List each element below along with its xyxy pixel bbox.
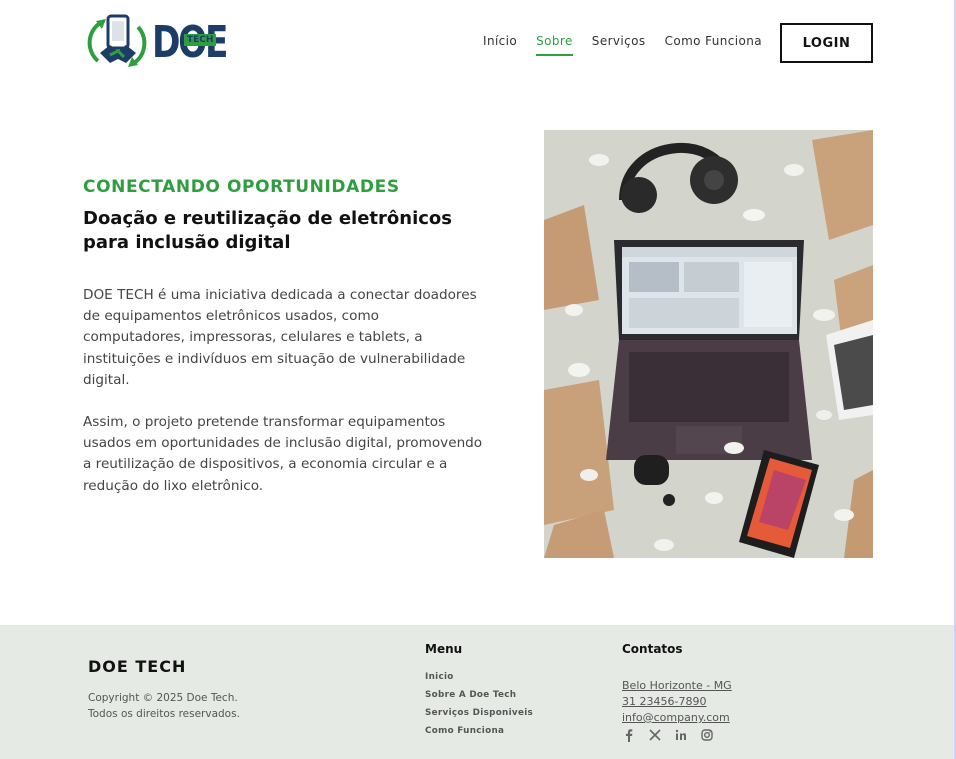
footer-link-servicos[interactable]: Serviços Disponiveis <box>425 707 533 725</box>
footer-menu: Inicio Sobre A Doe Tech Serviços Disponi… <box>425 671 533 743</box>
hero-paragraph-2: Assim, o projeto pretende transformar eq… <box>83 414 483 494</box>
contact-email-link[interactable]: info@company.com <box>622 711 732 727</box>
x-icon[interactable] <box>648 728 662 742</box>
doe-tech-logo[interactable]: DOE TECH <box>86 13 228 73</box>
electronics-flatlay-image <box>544 130 873 558</box>
contact-phone-link[interactable]: 31 23456-7890 <box>622 695 732 711</box>
logo-badge: TECH <box>184 34 217 46</box>
copyright-line-2: Todos os direitos reservados. <box>88 708 240 720</box>
footer-link-sobre[interactable]: Sobre A Doe Tech <box>425 689 533 707</box>
hero-photo-electronics <box>544 130 873 558</box>
logo-wordmark: DOE TECH <box>152 13 228 73</box>
hero-headline: Doação e reutilização de eletrônicos par… <box>83 208 452 253</box>
footer-contacts-title: Contatos <box>622 642 683 656</box>
nav-servicos[interactable]: Serviços <box>592 34 646 56</box>
facebook-icon[interactable] <box>622 728 636 742</box>
site-header: DOE TECH Início Sobre Serviços Como Func… <box>0 0 956 90</box>
nav-sobre[interactable]: Sobre <box>536 34 573 56</box>
contact-location-link[interactable]: Belo Horizonte - MG <box>622 679 732 695</box>
linkedin-icon[interactable] <box>674 728 688 742</box>
instagram-icon[interactable] <box>700 728 714 742</box>
site-footer: DOE TECH Copyright © 2025 Doe Tech. Todo… <box>0 625 956 759</box>
nav-como-funciona[interactable]: Como Funciona <box>665 34 762 56</box>
social-links <box>622 728 714 742</box>
footer-link-inicio[interactable]: Inicio <box>425 671 533 689</box>
copyright-line-1: Copyright © 2025 Doe Tech. <box>88 692 238 704</box>
hero-paragraph-1: DOE TECH é uma iniciativa dedicada a con… <box>83 287 477 388</box>
nav-inicio[interactable]: Início <box>483 34 517 56</box>
footer-brand: DOE TECH <box>88 657 187 676</box>
footer-contacts: Belo Horizonte - MG 31 23456-7890 info@c… <box>622 679 732 727</box>
login-button[interactable]: LOGIN <box>780 23 873 63</box>
logo-phone-handshake-icon <box>87 14 147 67</box>
footer-copyright: Copyright © 2025 Doe Tech. Todos os dire… <box>88 690 240 722</box>
footer-link-como-funciona[interactable]: Como Funciona <box>425 725 533 743</box>
main-nav: Início Sobre Serviços Como Funciona <box>483 34 762 56</box>
hero-eyebrow: CONECTANDO OPORTUNIDADES <box>83 177 400 197</box>
footer-menu-title: Menu <box>425 642 463 656</box>
